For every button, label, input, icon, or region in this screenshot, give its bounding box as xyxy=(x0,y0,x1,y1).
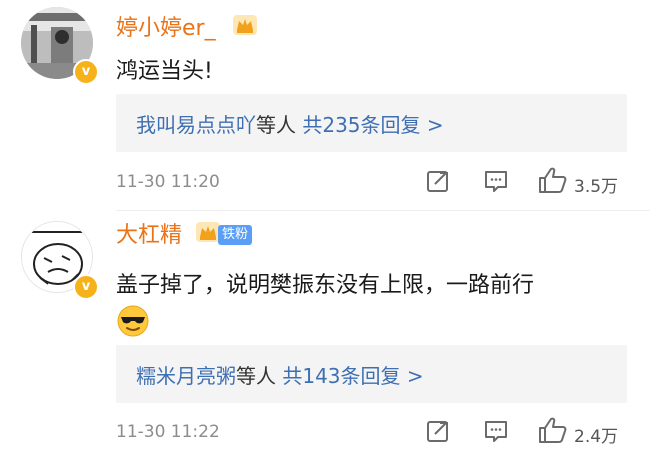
comment-text: 鸿运当头! xyxy=(116,59,213,84)
comment-icon[interactable] xyxy=(483,418,509,444)
verified-badge-icon: v xyxy=(73,274,99,300)
thumbs-up-icon[interactable] xyxy=(538,166,568,194)
comment-time: 11-30 11:22 xyxy=(116,422,220,442)
fan-badge: 铁粉 xyxy=(218,225,253,245)
reply-users-link[interactable]: 糯米月亮粥 xyxy=(136,364,236,388)
comment-icon[interactable] xyxy=(483,168,509,194)
username[interactable]: 婷小婷er_ xyxy=(116,10,216,42)
like-count: 2.4万 xyxy=(574,427,619,447)
cool-sunglasses-emoji-icon xyxy=(117,305,149,337)
reply-count-link[interactable]: 共143条回复 > xyxy=(282,364,423,388)
share-icon[interactable] xyxy=(425,418,451,444)
reply-summary[interactable]: 糯米月亮粥等人 共143条回复 > xyxy=(116,345,627,403)
reply-others-label: 等人 xyxy=(256,113,296,137)
comment-item: v 婷小婷er_ 鸿运当头! 我叫易点点吖等人 共235条回复 > 11-30 … xyxy=(0,0,650,211)
share-icon[interactable] xyxy=(425,168,451,194)
reply-users-link[interactable]: 我叫易点点吖 xyxy=(136,113,256,137)
reply-count-link[interactable]: 共235条回复 > xyxy=(302,113,443,137)
verified-badge-icon: v xyxy=(73,59,99,85)
username[interactable]: 大杠精 xyxy=(116,217,182,249)
reply-summary[interactable]: 我叫易点点吖等人 共235条回复 > xyxy=(116,94,627,152)
crown-icon xyxy=(233,15,257,35)
comment-item: v 大杠精 铁粉 盖子掉了，说明樊振东没有上限，一路前行 糯米月亮粥等人 共14… xyxy=(0,211,650,451)
comment-text: 盖子掉了，说明樊振东没有上限，一路前行 xyxy=(116,273,535,298)
reply-others-label: 等人 xyxy=(236,364,276,388)
comment-time: 11-30 11:20 xyxy=(116,172,220,192)
like-count: 3.5万 xyxy=(574,177,619,197)
thumbs-up-icon[interactable] xyxy=(538,416,568,444)
